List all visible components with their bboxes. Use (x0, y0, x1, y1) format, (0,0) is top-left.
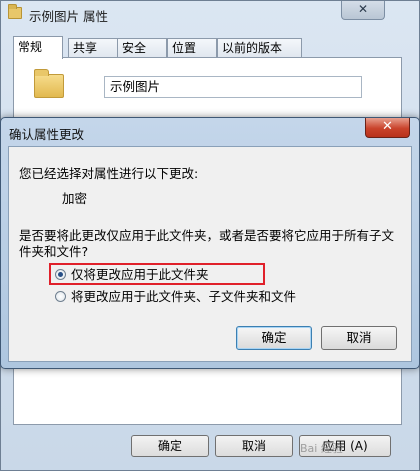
folder-name-field[interactable]: 示例图片 (104, 76, 362, 98)
properties-ok-button[interactable]: 确定 (131, 435, 209, 457)
tab-location[interactable]: 位置 (167, 38, 217, 58)
properties-titlebar: 示例图片 属性 ✕ (1, 1, 420, 29)
folder-large-icon (34, 69, 64, 98)
tab-security[interactable]: 安全 (117, 38, 167, 58)
tab-general[interactable]: 常规 (13, 36, 63, 59)
radio-unchecked-icon[interactable] (55, 291, 66, 302)
option-label-all: 将更改应用于此文件夹、子文件夹和文件 (71, 289, 297, 304)
properties-cancel-button[interactable]: 取消 (215, 435, 293, 457)
change-item-text: 加密 (62, 191, 88, 206)
radio-checked-icon[interactable] (55, 269, 66, 280)
dialog-question-line2: 件夹和文件? (19, 244, 89, 259)
option-label-this-folder: 仅将更改应用于此文件夹 (71, 267, 209, 282)
dialog-title: 确认属性更改 (9, 127, 85, 142)
tab-previous-versions[interactable]: 以前的版本 (217, 38, 302, 58)
folder-icon (8, 4, 22, 19)
dialog-close-button[interactable]: ✕ (365, 118, 410, 138)
dialog-intro-text: 您已经选择对属性进行以下更改: (19, 166, 199, 181)
watermark: Bai 经验 (300, 442, 343, 455)
properties-close-button[interactable]: ✕ (341, 1, 385, 20)
tab-sharing[interactable]: 共享 (68, 38, 118, 58)
dialog-ok-button[interactable]: 确定 (236, 326, 312, 350)
dialog-cancel-button[interactable]: 取消 (321, 326, 397, 350)
properties-title: 示例图片 属性 (29, 9, 108, 24)
